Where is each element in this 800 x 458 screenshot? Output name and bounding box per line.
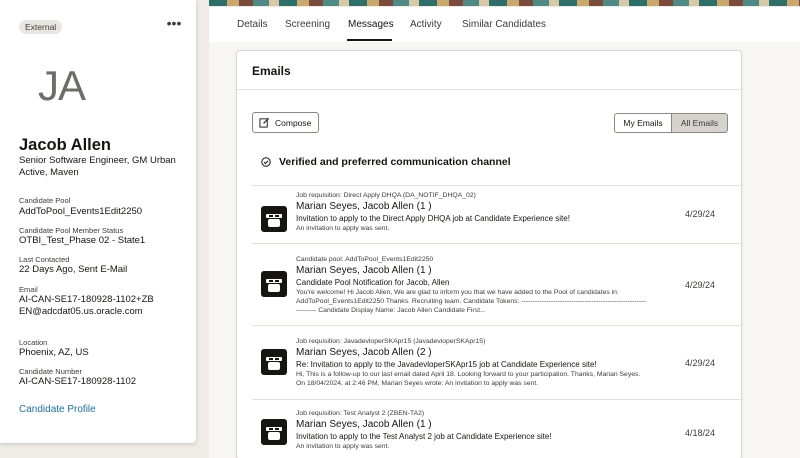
candidate-number-label: Candidate Number <box>19 367 82 376</box>
sender-avatar-icon <box>261 349 287 375</box>
email-date: 4/18/24 <box>685 428 716 438</box>
candidate-pool-value: AddToPool_Events1Edit2250 <box>19 206 143 217</box>
email-context: Job requisition: JavadevloperSKApr15 (Ja… <box>296 338 486 345</box>
candidate-profile-panel: External ••• JA Jacob Allen Senior Softw… <box>0 0 196 443</box>
email-participants: Marian Seyes, Jacob Allen (1 ) <box>296 201 432 212</box>
sender-avatar-icon <box>261 419 287 445</box>
avatar-initials: JA <box>38 62 86 109</box>
email-subject: Invitation to apply to the Direct Apply … <box>296 214 570 223</box>
tab-bar: Details Screening Messages Activity Simi… <box>209 7 800 42</box>
all-emails-toggle[interactable]: All Emails <box>671 113 728 133</box>
decorative-banner <box>209 0 800 6</box>
email-subject: Re: Invitation to apply to the Javadevlo… <box>296 360 597 369</box>
my-emails-toggle[interactable]: My Emails <box>614 113 672 133</box>
last-contacted-label: Last Contacted <box>19 255 70 264</box>
email-participants: Marian Seyes, Jacob Allen (1 ) <box>296 419 432 430</box>
pool-status-value: OTBI_Test_Phase 02 - State1 <box>19 235 146 246</box>
location-value: Phoenix, AZ, US <box>19 347 89 358</box>
email-context: Job requisition: Direct Apply DHQA (DA_N… <box>296 192 476 199</box>
candidate-title: Senior Software Engineer, GM Urban Activ… <box>19 155 176 178</box>
messages-content: Emails Compose My Emails All Emails Veri… <box>209 42 800 458</box>
external-badge: External <box>19 20 63 34</box>
last-contacted-value: 22 Days Ago, Sent E-Mail <box>19 264 128 275</box>
email-label: Email <box>19 285 38 294</box>
compose-label: Compose <box>275 117 312 128</box>
pool-status-label: Candidate Pool Member Status <box>19 226 124 235</box>
tab-activity[interactable]: Activity <box>410 19 442 30</box>
active-tab-indicator <box>347 39 392 41</box>
email-date: 4/29/24 <box>685 280 716 290</box>
tab-details[interactable]: Details <box>237 19 268 30</box>
email-context: Job requisition: Test Analyst 2 (ZBEN-TA… <box>296 410 425 417</box>
email-date: 4/29/24 <box>685 209 716 219</box>
candidate-profile-link[interactable]: Candidate Profile <box>19 404 96 415</box>
tab-screening[interactable]: Screening <box>285 19 330 30</box>
email-snippet: Hi, This is a follow-up to our last emai… <box>296 371 641 387</box>
compose-button[interactable]: Compose <box>252 112 319 133</box>
email-row[interactable]: Job requisition: Test Analyst 2 (ZBEN-TA… <box>252 399 741 458</box>
email-row[interactable]: Job requisition: JavadevloperSKApr15 (Ja… <box>252 325 741 399</box>
email-subject: Candidate Pool Notification for Jacob, A… <box>296 278 450 287</box>
preferred-channel: Verified and preferred communication cha… <box>261 156 511 168</box>
email-row[interactable]: Candidate pool: AddToPool_Events1Edit225… <box>252 243 741 325</box>
email-participants: Marian Seyes, Jacob Allen (2 ) <box>296 347 432 358</box>
email-subject: Invitation to apply to the Test Analyst … <box>296 432 552 441</box>
tab-messages[interactable]: Messages <box>348 19 394 30</box>
email-snippet: An invitation to apply was sent. <box>296 225 390 232</box>
sender-avatar-icon <box>261 206 287 232</box>
candidate-number-value: AI-CAN-SE17-180928-1102 <box>19 376 137 387</box>
more-actions-icon[interactable]: ••• <box>166 16 182 31</box>
divider <box>237 89 741 90</box>
tab-similar-candidates[interactable]: Similar Candidates <box>462 19 546 30</box>
email-snippet: You're welcome! Hi Jacob Allen, We are g… <box>296 289 646 314</box>
email-context: Candidate pool: AddToPool_Events1Edit225… <box>296 256 434 263</box>
candidate-pool-label: Candidate Pool <box>19 196 71 205</box>
sender-avatar-icon <box>261 271 287 297</box>
candidate-name: Jacob Allen <box>19 136 111 154</box>
email-participants: Marian Seyes, Jacob Allen (1 ) <box>296 265 432 276</box>
email-date: 4/29/24 <box>685 358 716 368</box>
email-value: AI-CAN-SE17-180928-1102+ZBEN@adcdat05.us… <box>19 294 154 317</box>
emails-card: Emails Compose My Emails All Emails Veri… <box>236 50 742 458</box>
check-circle-icon <box>261 157 271 167</box>
email-row[interactable]: Job requisition: Direct Apply DHQA (DA_N… <box>252 185 741 243</box>
compose-icon <box>259 117 270 128</box>
emails-title: Emails <box>252 64 291 78</box>
location-label: Location <box>19 338 48 347</box>
preferred-channel-label: Verified and preferred communication cha… <box>279 156 511 168</box>
email-snippet: An invitation to apply was sent. <box>296 443 390 450</box>
